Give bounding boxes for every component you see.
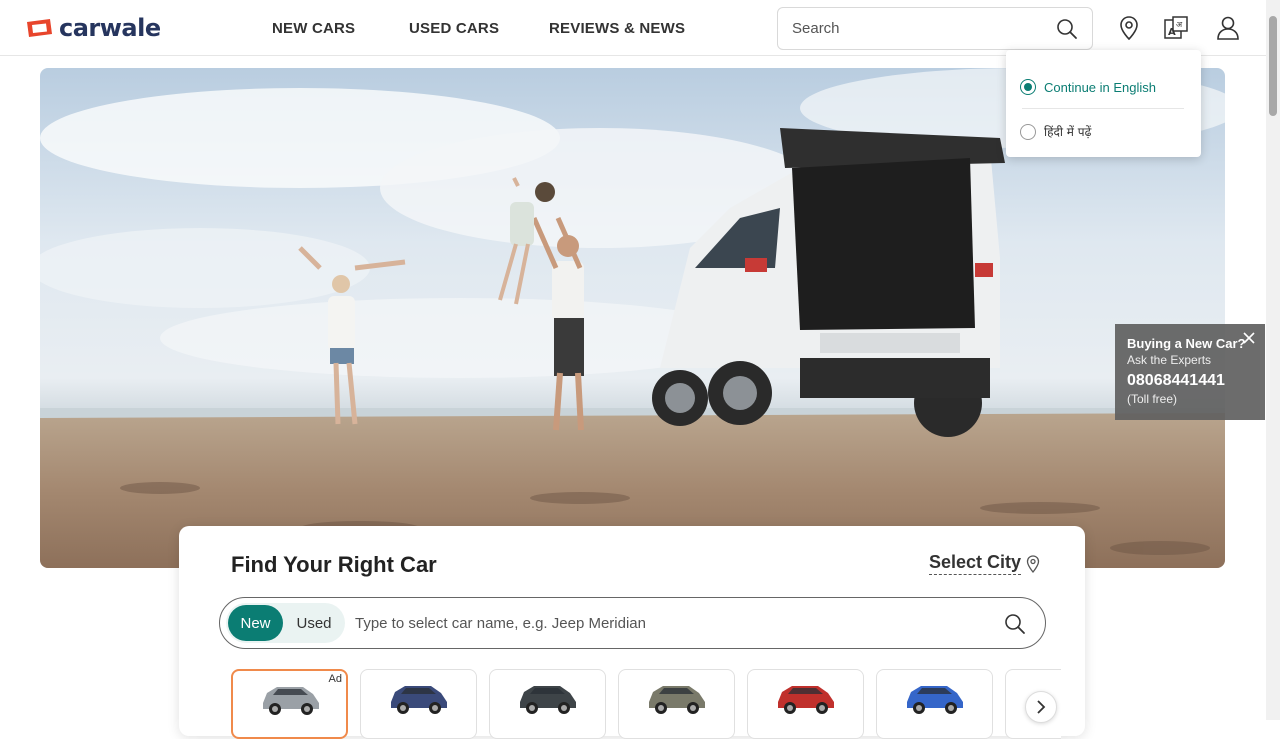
search-input[interactable] (792, 8, 1042, 49)
location-button[interactable] (1114, 12, 1144, 44)
car-tile[interactable]: Ad (231, 669, 348, 739)
language-button[interactable]: A अ (1161, 12, 1191, 44)
car-thumbnail-icon (263, 687, 319, 715)
lang-option-hindi[interactable]: हिंदी में पढ़ें (1020, 123, 1091, 140)
brand-name: carwale (59, 14, 161, 42)
car-thumbnail-icon (520, 686, 576, 714)
car-tile[interactable] (489, 669, 606, 739)
select-city-link[interactable]: Select City (929, 552, 1040, 575)
car-tile[interactable] (618, 669, 735, 739)
car-thumbnail-icon (649, 686, 705, 714)
expert-tollfree-note: (Toll free) (1127, 392, 1178, 406)
car-thumbnail-icon (391, 686, 447, 714)
expert-subtitle: Ask the Experts (1127, 353, 1212, 367)
top-header: carwale NEW CARS USED CARS REVIEWS & NEW… (0, 0, 1266, 56)
car-thumbnail-icon (778, 686, 834, 714)
select-city-label: Select City (929, 552, 1022, 575)
carwale-logo-icon (27, 19, 52, 37)
car-carousel: Ad (231, 669, 1061, 739)
new-used-toggle[interactable]: New Used (226, 603, 345, 643)
location-pin-icon (1026, 554, 1040, 573)
nav-new-cars[interactable]: NEW CARS (272, 0, 355, 56)
car-search-bar[interactable]: New Used (219, 597, 1046, 649)
lang-option-label: हिंदी में पढ़ें (1044, 125, 1092, 139)
lang-option-label: Continue in English (1044, 79, 1157, 95)
account-button[interactable] (1213, 12, 1243, 44)
toggle-used-button[interactable]: Used (289, 605, 339, 641)
radio-unselected-icon[interactable] (1020, 123, 1036, 140)
finder-title: Find Your Right Car (231, 552, 437, 577)
search-icon[interactable] (1004, 613, 1026, 635)
svg-text:अ: अ (1176, 20, 1183, 29)
svg-text:A: A (1168, 27, 1176, 38)
page-scrollbar[interactable] (1266, 0, 1280, 720)
toggle-new-button[interactable]: New (228, 605, 283, 641)
site-search[interactable] (777, 7, 1093, 50)
carousel-next-button[interactable] (1025, 691, 1057, 723)
search-icon[interactable] (1056, 18, 1078, 40)
nav-used-cars[interactable]: USED CARS (409, 0, 499, 56)
car-tile[interactable] (876, 669, 993, 739)
expert-phone[interactable]: 08068441441 (1127, 372, 1265, 390)
language-dropdown: Continue in English हिंदी में पढ़ें (1006, 50, 1201, 157)
nav-reviews-news[interactable]: REVIEWS & NEWS (549, 0, 685, 56)
car-thumbnail-icon (907, 686, 963, 714)
language-translate-icon: A अ (1164, 16, 1188, 39)
car-name-input[interactable] (355, 606, 985, 640)
chevron-right-icon (1037, 700, 1046, 714)
close-icon[interactable] (1241, 330, 1257, 346)
user-account-icon (1217, 16, 1239, 40)
car-tile[interactable] (360, 669, 477, 739)
car-tile[interactable] (747, 669, 864, 739)
location-pin-icon (1120, 16, 1138, 41)
radio-selected-icon[interactable] (1020, 79, 1036, 95)
lang-option-english[interactable]: Continue in English (1020, 79, 1156, 95)
ask-experts-widget[interactable]: Buying a New Car? Ask the Experts 080684… (1115, 324, 1265, 420)
menu-divider (1022, 108, 1184, 109)
carwale-logo[interactable]: carwale (24, 14, 161, 42)
ad-badge: Ad (328, 673, 342, 685)
scrollbar-thumb[interactable] (1269, 16, 1277, 116)
find-car-card: Find Your Right Car Select City New Used… (179, 526, 1085, 739)
